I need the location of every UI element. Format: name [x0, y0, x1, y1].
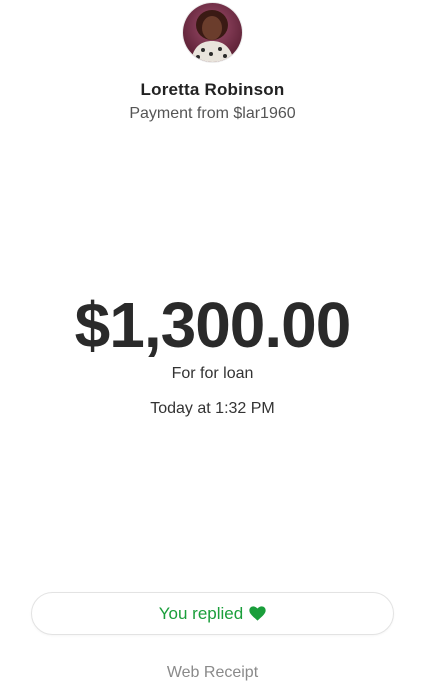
payment-source-label: Payment from $lar1960 — [129, 105, 296, 122]
avatar — [183, 3, 242, 62]
replied-button[interactable]: You replied — [31, 592, 394, 635]
replied-label: You replied — [158, 603, 244, 623]
payment-note: For for loan — [171, 365, 254, 382]
payment-amount: $1,300.00 — [74, 289, 352, 361]
payer-name: Loretta Robinson — [140, 80, 285, 99]
web-receipt-link[interactable]: Web Receipt — [0, 664, 425, 682]
payment-timestamp: Today at 1:32 PM — [150, 400, 275, 417]
heart-icon — [249, 606, 266, 621]
